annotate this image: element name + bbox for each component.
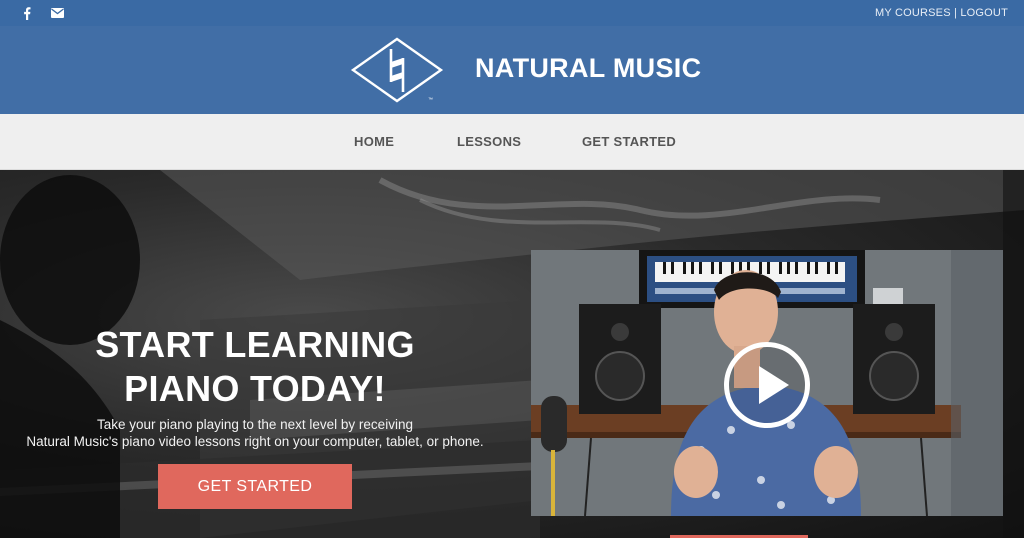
hero-subtitle: Take your piano playing to the next leve… xyxy=(10,416,500,450)
envelope-icon[interactable] xyxy=(50,6,64,20)
site-title[interactable]: NATURAL MUSIC xyxy=(475,53,701,84)
my-courses-link[interactable]: MY COURSES xyxy=(875,7,951,19)
account-separator: | xyxy=(954,7,958,19)
hero-title-line-1: START LEARNING xyxy=(95,324,415,365)
play-icon[interactable] xyxy=(724,342,810,428)
natural-sign-diamond-logo-icon: ™ xyxy=(350,37,444,103)
logout-link[interactable]: LOGOUT xyxy=(960,7,1008,19)
hero-title: START LEARNING PIANO TODAY! xyxy=(60,323,450,411)
trademark-mark: ™ xyxy=(428,97,433,103)
top-utility-bar: MY COURSES | LOGOUT xyxy=(0,0,1024,26)
nav-item-lessons[interactable]: LESSONS xyxy=(457,134,521,149)
hero-subtitle-line-1: Take your piano playing to the next leve… xyxy=(97,417,413,432)
get-started-button[interactable]: GET STARTED xyxy=(158,464,352,509)
hero-subtitle-line-2: Natural Music's piano video lessons righ… xyxy=(26,434,484,449)
hero-section: START LEARNING PIANO TODAY! Take your pi… xyxy=(0,170,1024,538)
hero-title-line-2: PIANO TODAY! xyxy=(124,368,386,409)
nav-item-home[interactable]: HOME xyxy=(354,134,394,149)
social-links xyxy=(20,6,64,20)
site-logo[interactable]: ™ xyxy=(350,36,444,104)
nav-item-get-started[interactable]: GET STARTED xyxy=(582,134,676,149)
brand-header: ™ NATURAL MUSIC xyxy=(0,26,1024,114)
intro-video-player[interactable] xyxy=(531,250,1003,516)
account-links: MY COURSES | LOGOUT xyxy=(875,7,1008,19)
facebook-icon[interactable] xyxy=(20,6,34,20)
main-nav: HOME LESSONS GET STARTED xyxy=(0,114,1024,170)
